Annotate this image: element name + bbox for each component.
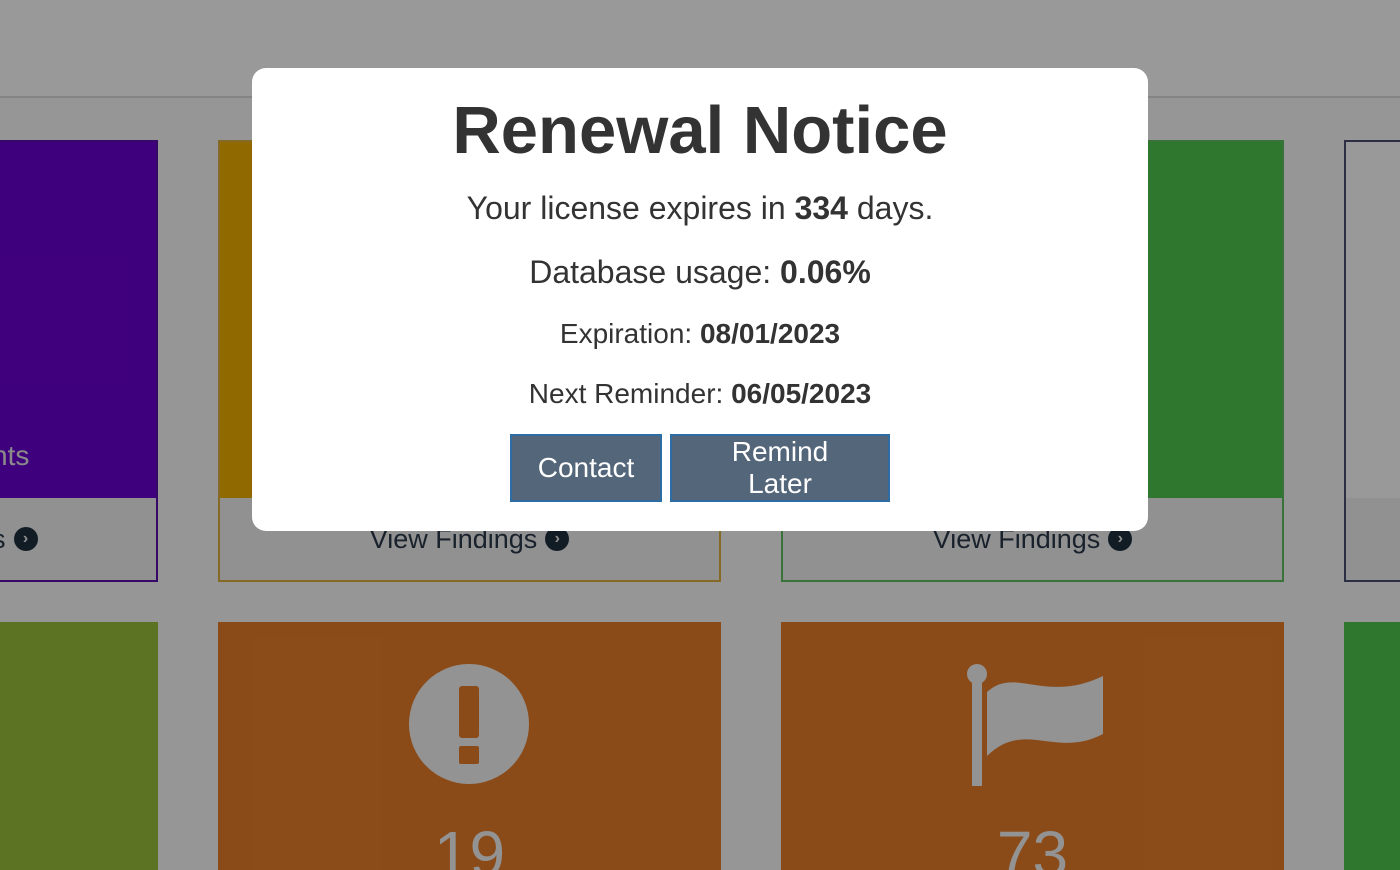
license-prefix: Your license expires in xyxy=(466,190,795,226)
dashboard-page: nts s › View Findings › ys View Findings… xyxy=(0,0,1400,870)
license-days: 334 xyxy=(794,190,848,226)
reminder-label: Next Reminder: xyxy=(528,378,732,409)
remind-later-button[interactable]: Remind Later xyxy=(670,434,890,502)
reminder-value: 06/05/2023 xyxy=(731,378,872,409)
database-usage-text: Database usage: 0.06% xyxy=(252,254,1148,291)
db-usage-value: 0.06% xyxy=(780,254,871,290)
db-usage-label: Database usage: xyxy=(529,254,781,290)
renewal-notice-dialog: Renewal Notice Your license expires in 3… xyxy=(252,68,1148,531)
license-expiry-text: Your license expires in 334 days. xyxy=(252,190,1148,227)
expiration-text: Expiration: 08/01/2023 xyxy=(252,318,1148,350)
license-suffix: days. xyxy=(847,190,934,226)
expiration-label: Expiration: xyxy=(559,318,700,349)
next-reminder-text: Next Reminder: 06/05/2023 xyxy=(252,378,1148,410)
dialog-title: Renewal Notice xyxy=(452,93,948,168)
dialog-actions: Contact Remind Later xyxy=(252,434,1148,502)
contact-button[interactable]: Contact xyxy=(510,434,662,502)
expiration-value: 08/01/2023 xyxy=(699,318,841,349)
